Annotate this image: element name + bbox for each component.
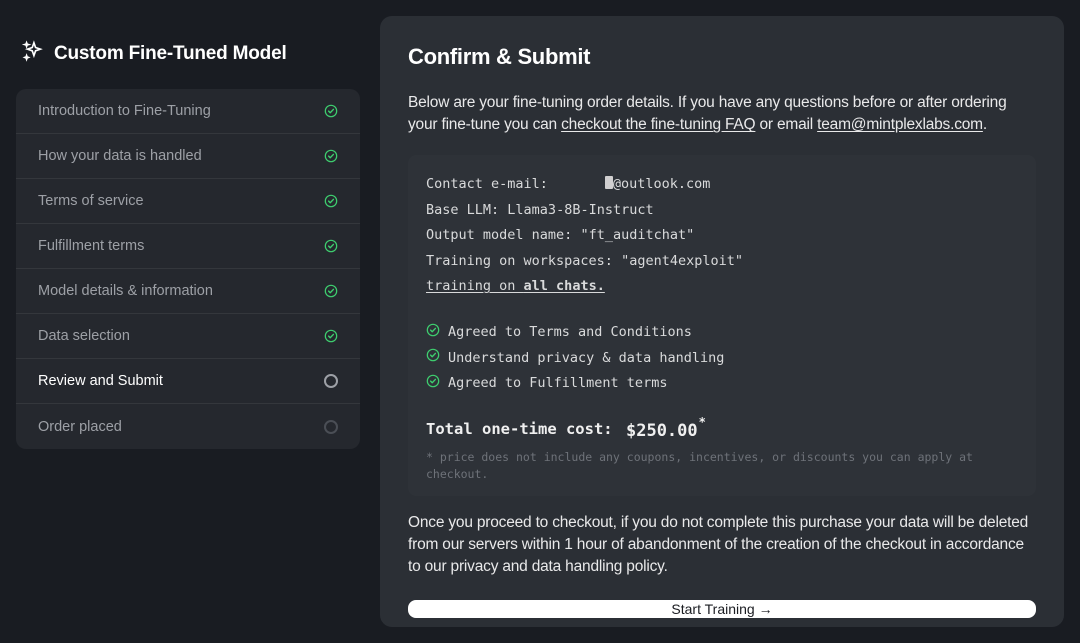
workspaces-line: Training on workspaces: "agent4exploit" (426, 252, 1018, 272)
ring-icon (324, 420, 338, 434)
step-label: Fulfillment terms (38, 238, 144, 254)
agreement-row: Understand privacy & data handling (426, 348, 1018, 369)
checkout-notice: Once you proceed to checkout, if you do … (408, 512, 1036, 578)
start-training-button[interactable]: Start Training → (408, 600, 1036, 618)
ring-icon (324, 374, 338, 388)
check-icon (426, 323, 440, 344)
check-icon (426, 374, 440, 395)
check-icon (426, 348, 440, 369)
step-label: Terms of service (38, 193, 144, 209)
total-cost: Total one-time cost: $250.00* (426, 418, 1018, 443)
check-icon (324, 149, 338, 163)
steps-list: Introduction to Fine-Tuning How your dat… (16, 89, 360, 449)
sidebar-title: Custom Fine-Tuned Model (54, 43, 287, 65)
support-email-link[interactable]: team@mintplexlabs.com (817, 116, 983, 133)
training-on-line: training on all chats. (426, 277, 1018, 297)
redacted-block (605, 176, 613, 189)
sidebar-header: Custom Fine-Tuned Model (16, 16, 360, 89)
check-icon (324, 284, 338, 298)
step-data-handling[interactable]: How your data is handled (16, 134, 360, 179)
page-title: Confirm & Submit (408, 44, 1036, 70)
check-icon (324, 194, 338, 208)
step-review[interactable]: Review and Submit (16, 359, 360, 404)
step-intro[interactable]: Introduction to Fine-Tuning (16, 89, 360, 134)
step-order-placed[interactable]: Order placed (16, 404, 360, 449)
agreement-row: Agreed to Fulfillment terms (426, 374, 1018, 395)
step-tos[interactable]: Terms of service (16, 179, 360, 224)
agreement-row: Agreed to Terms and Conditions (426, 323, 1018, 344)
price-footnote: * price does not include any coupons, in… (426, 449, 1018, 482)
step-label: Review and Submit (38, 373, 163, 389)
main-panel: Confirm & Submit Below are your fine-tun… (380, 16, 1064, 627)
sidebar: Custom Fine-Tuned Model Introduction to … (16, 16, 360, 627)
sparkle-icon (22, 40, 44, 67)
step-label: Order placed (38, 419, 122, 435)
faq-link[interactable]: checkout the fine-tuning FAQ (561, 116, 755, 133)
step-label: Data selection (38, 328, 130, 344)
step-model-details[interactable]: Model details & information (16, 269, 360, 314)
step-label: Introduction to Fine-Tuning (38, 103, 211, 119)
check-icon (324, 104, 338, 118)
check-icon (324, 329, 338, 343)
order-summary: Contact e-mail: @outlook.com Base LLM: L… (408, 155, 1036, 496)
contact-line: Contact e-mail: @outlook.com (426, 175, 1018, 195)
output-name-line: Output model name: "ft_auditchat" (426, 226, 1018, 246)
step-label: Model details & information (38, 283, 213, 299)
step-data-selection[interactable]: Data selection (16, 314, 360, 359)
intro-text: Below are your fine-tuning order details… (408, 92, 1036, 137)
step-label: How your data is handled (38, 148, 202, 164)
step-fulfillment[interactable]: Fulfillment terms (16, 224, 360, 269)
check-icon (324, 239, 338, 253)
base-llm-line: Base LLM: Llama3-8B-Instruct (426, 201, 1018, 221)
